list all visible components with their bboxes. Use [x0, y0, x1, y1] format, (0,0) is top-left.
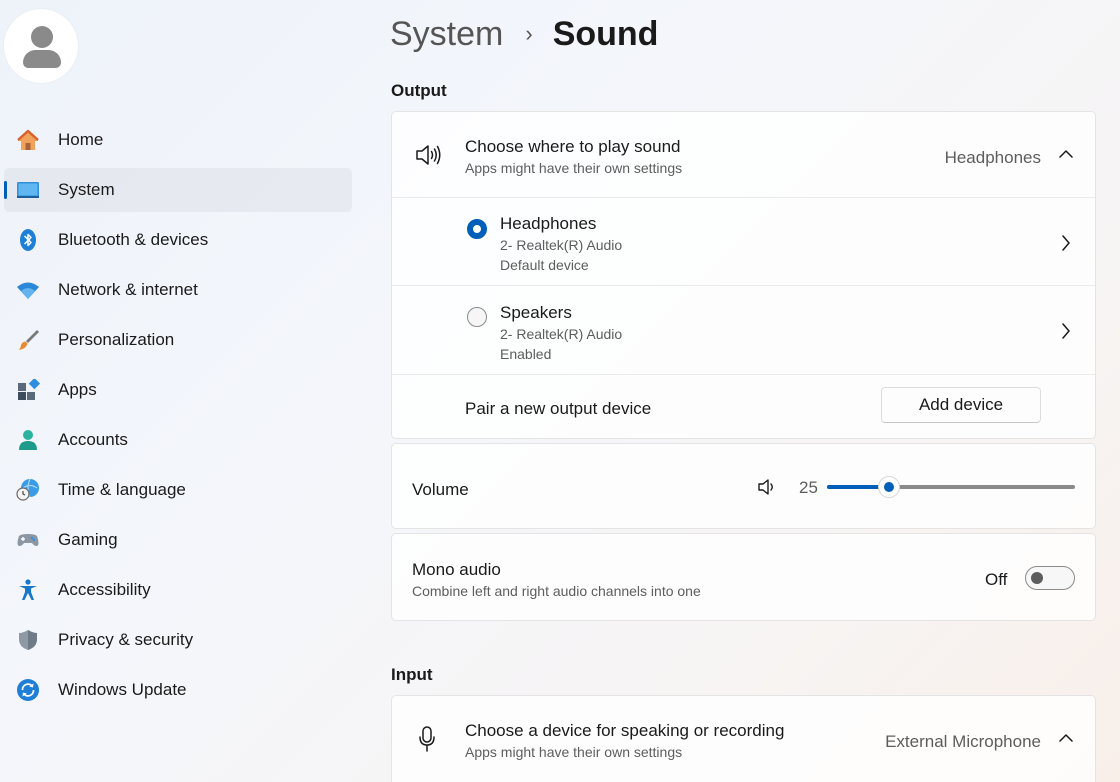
chevron-right-icon[interactable] — [1061, 235, 1071, 251]
avatar[interactable] — [4, 9, 78, 83]
sidebar-item-label: Windows Update — [58, 680, 187, 699]
avatar-body — [23, 50, 61, 68]
mono-audio-state: Off — [985, 570, 1008, 589]
choose-output-value: Headphones — [944, 148, 1041, 167]
add-device-button[interactable]: Add device — [881, 387, 1041, 423]
breadcrumb-parent[interactable]: System — [390, 15, 503, 54]
sidebar-item-label: Network & internet — [58, 280, 198, 299]
choose-input-value: External Microphone — [885, 732, 1041, 751]
microphone-icon — [419, 726, 435, 752]
mono-audio-title: Mono audio — [412, 560, 501, 579]
toggle-knob — [1031, 572, 1043, 584]
brush-icon — [19, 330, 39, 350]
device-driver: 2- Realtek(R) Audio — [500, 326, 623, 342]
choose-output-row[interactable]: Choose where to play sound Apps might ha… — [392, 112, 1095, 197]
output-device-speakers[interactable]: Speakers 2- Realtek(R) Audio Enabled — [392, 285, 1095, 375]
accessibility-icon — [19, 579, 37, 600]
page-title: Sound — [552, 14, 659, 53]
sidebar-item-label: Bluetooth & devices — [58, 230, 209, 249]
sidebar-item-apps[interactable]: Apps — [4, 368, 352, 412]
choose-input-title: Choose a device for speaking or recordin… — [465, 721, 785, 740]
volume-card: Volume 25 — [391, 443, 1096, 529]
sidebar-item-label: Time & language — [58, 480, 186, 499]
sidebar-item-label: Apps — [58, 380, 97, 399]
breadcrumb-separator: › — [525, 21, 533, 46]
sidebar-item-label: Accessibility — [58, 580, 151, 599]
sidebar-item-label: Home — [58, 130, 104, 149]
apps-icon — [18, 379, 40, 400]
volume-value: 25 — [799, 478, 818, 497]
radio-speakers[interactable] — [467, 307, 487, 327]
system-icon — [17, 182, 39, 198]
sidebar-item-network[interactable]: Network & internet — [4, 268, 352, 312]
volume-slider[interactable] — [827, 476, 1075, 498]
shield-icon — [19, 630, 37, 650]
sidebar-item-privacy-security[interactable]: Privacy & security — [4, 618, 352, 662]
sidebar-item-bluetooth[interactable]: Bluetooth & devices — [4, 218, 352, 262]
sidebar: Home System Bluetooth & devices Network … — [0, 0, 360, 782]
device-name: Speakers — [500, 303, 572, 322]
sidebar-item-personalization[interactable]: Personalization — [4, 318, 352, 362]
bluetooth-icon — [20, 229, 36, 251]
sidebar-item-label: System — [58, 180, 115, 199]
sidebar-item-label: Gaming — [58, 530, 118, 549]
device-status: Default device — [500, 257, 589, 273]
chevron-up-icon[interactable] — [1059, 149, 1073, 159]
mono-audio-card: Mono audio Combine left and right audio … — [391, 533, 1096, 621]
volume-speaker-icon[interactable] — [757, 478, 777, 496]
accounts-icon — [19, 430, 37, 450]
wifi-icon — [17, 282, 39, 299]
time-language-icon — [16, 479, 39, 501]
output-device-card: Choose where to play sound Apps might ha… — [391, 111, 1096, 439]
choose-output-title: Choose where to play sound — [465, 137, 681, 156]
device-driver: 2- Realtek(R) Audio — [500, 237, 623, 253]
update-icon — [17, 679, 39, 701]
chevron-right-icon[interactable] — [1061, 323, 1071, 339]
volume-slider-thumb[interactable] — [878, 476, 900, 498]
sidebar-item-label: Accounts — [58, 430, 128, 449]
mono-audio-subtitle: Combine left and right audio channels in… — [412, 583, 701, 599]
avatar-head — [31, 26, 53, 48]
sidebar-item-label: Personalization — [58, 330, 175, 349]
choose-output-subtitle: Apps might have their own settings — [465, 160, 683, 176]
home-icon — [17, 129, 39, 150]
sidebar-item-system[interactable]: System — [4, 168, 352, 212]
sidebar-item-windows-update[interactable]: Windows Update — [4, 668, 352, 712]
chevron-up-icon[interactable] — [1059, 733, 1073, 743]
sidebar-item-accessibility[interactable]: Accessibility — [4, 568, 352, 612]
pair-output-title: Pair a new output device — [465, 399, 652, 418]
choose-input-subtitle: Apps might have their own settings — [465, 744, 683, 760]
sidebar-item-label: Privacy & security — [58, 630, 194, 649]
volume-label: Volume — [412, 480, 469, 499]
sidebar-item-home[interactable]: Home — [4, 118, 352, 162]
sidebar-item-time-language[interactable]: Time & language — [4, 468, 352, 512]
input-device-card: Choose a device for speaking or recordin… — [391, 695, 1096, 782]
gaming-icon — [17, 534, 39, 546]
sidebar-item-gaming[interactable]: Gaming — [4, 518, 352, 562]
input-section-title: Input — [391, 665, 433, 684]
mono-audio-toggle[interactable] — [1025, 566, 1075, 590]
speaker-icon — [416, 145, 441, 165]
pair-output-row: Pair a new output device Add device — [392, 374, 1095, 439]
output-device-headphones[interactable]: Headphones 2- Realtek(R) Audio Default d… — [392, 197, 1095, 286]
radio-headphones[interactable] — [467, 219, 487, 239]
nav-list: Home System Bluetooth & devices Network … — [4, 118, 352, 718]
breadcrumb: System › Sound — [390, 12, 658, 56]
sidebar-item-accounts[interactable]: Accounts — [4, 418, 352, 462]
choose-input-row[interactable]: Choose a device for speaking or recordin… — [392, 696, 1095, 781]
device-name: Headphones — [500, 214, 597, 233]
device-status: Enabled — [500, 346, 552, 362]
output-section-title: Output — [391, 81, 447, 100]
